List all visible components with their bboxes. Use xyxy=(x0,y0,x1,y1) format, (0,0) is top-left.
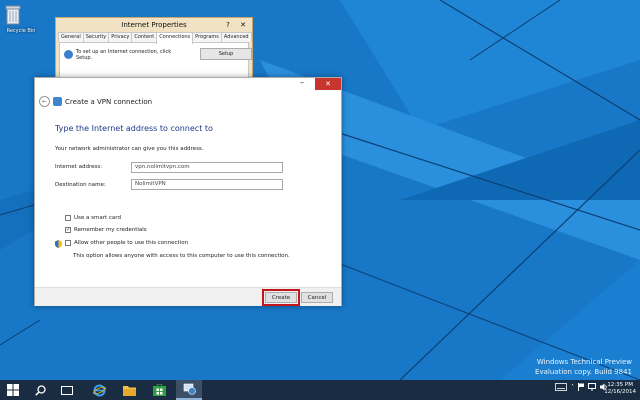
store-button[interactable] xyxy=(146,380,172,400)
allow-others-option[interactable]: Allow other people to use this connectio… xyxy=(65,240,188,246)
destination-name-input[interactable]: NolimitVPN xyxy=(131,179,283,190)
watermark-line-1: Windows Technical Preview xyxy=(536,358,632,366)
clock-date: 12/16/2014 xyxy=(604,389,636,395)
vpn-titlebar[interactable]: – ✕ xyxy=(35,78,341,90)
use-smart-card-option[interactable]: Use a smart card xyxy=(65,215,121,221)
instruction-text: Your network administrator can give you … xyxy=(55,146,204,152)
internet-explorer-icon xyxy=(92,384,106,396)
search-icon xyxy=(34,384,46,396)
windows-logo-icon xyxy=(7,384,19,396)
allow-others-label: Allow other people to use this connectio… xyxy=(74,240,189,246)
help-button[interactable]: ? xyxy=(222,18,234,32)
folder-icon xyxy=(122,385,136,396)
taskbar: ˄ 12:35 PM 12/16/2014 xyxy=(0,380,640,400)
globe-icon xyxy=(64,50,73,59)
remember-credentials-option[interactable]: ✓ Remember my credentials xyxy=(65,227,147,233)
internet-properties-tabs: General Security Privacy Content Connect… xyxy=(56,32,252,44)
create-button[interactable]: Create xyxy=(262,289,300,306)
setup-description: To set up an Internet connection, click … xyxy=(76,49,172,61)
cancel-button[interactable]: Cancel xyxy=(301,292,333,303)
build-watermark: Windows Technical Preview Evaluation cop… xyxy=(535,357,632,377)
network-icon xyxy=(53,97,62,106)
search-button[interactable] xyxy=(27,380,53,400)
recycle-bin-icon xyxy=(5,4,30,26)
allow-others-note: This option allows anyone with access to… xyxy=(73,253,290,259)
dialog-footer: Create Cancel xyxy=(35,287,341,306)
tab-content[interactable]: Content xyxy=(131,32,158,42)
task-view-icon xyxy=(61,385,73,395)
recycle-bin[interactable]: Recycle Bin xyxy=(4,4,38,34)
vpn-header: ← Create a VPN connection xyxy=(39,96,152,107)
file-explorer-button[interactable] xyxy=(116,380,142,400)
store-icon xyxy=(152,384,166,396)
task-view-button[interactable] xyxy=(54,380,80,400)
setup-button[interactable]: Setup xyxy=(200,48,252,60)
flag-icon[interactable] xyxy=(578,383,584,391)
clock[interactable]: 12:35 PM 12/16/2014 xyxy=(604,382,636,396)
use-smart-card-label: Use a smart card xyxy=(74,215,121,221)
clock-time: 12:35 PM xyxy=(607,382,633,388)
internet-properties-titlebar[interactable]: Internet Properties ? ✕ xyxy=(56,18,252,32)
monitor-icon[interactable] xyxy=(588,383,596,391)
internet-properties-title: Internet Properties xyxy=(121,21,187,29)
destination-name-label: Destination name: xyxy=(55,182,106,188)
tab-security[interactable]: Security xyxy=(82,32,110,42)
tab-general[interactable]: General xyxy=(58,32,84,42)
network-connections-button[interactable] xyxy=(176,380,202,400)
minimize-button[interactable]: – xyxy=(291,78,313,88)
chevron-up-icon[interactable]: ˄ xyxy=(571,384,574,391)
internet-address-input[interactable]: vpn.nolimitvpn.com xyxy=(131,162,283,173)
internet-explorer-button[interactable] xyxy=(86,380,112,400)
internet-address-label: Internet address: xyxy=(55,164,103,170)
start-button[interactable] xyxy=(0,380,26,400)
remember-credentials-checkbox[interactable]: ✓ xyxy=(65,227,71,233)
shield-icon xyxy=(55,240,62,248)
tab-programs[interactable]: Programs xyxy=(192,32,222,42)
remember-credentials-label: Remember my credentials xyxy=(74,227,147,233)
keyboard-icon[interactable] xyxy=(555,383,567,391)
tab-advanced[interactable]: Advanced xyxy=(220,32,252,42)
watermark-line-2: Evaluation copy. Build 9841 xyxy=(535,368,632,376)
tab-privacy[interactable]: Privacy xyxy=(108,32,133,42)
recycle-bin-label: Recycle Bin xyxy=(6,28,36,34)
system-tray: ˄ xyxy=(555,383,608,391)
close-button[interactable]: ✕ xyxy=(236,18,250,32)
network-globe-icon xyxy=(183,383,196,395)
window-title: Create a VPN connection xyxy=(65,97,153,106)
tab-connections[interactable]: Connections xyxy=(156,32,194,44)
vpn-dialog[interactable]: – ✕ ← Create a VPN connection Type the I… xyxy=(34,77,342,306)
use-smart-card-checkbox[interactable] xyxy=(65,215,71,221)
back-arrow-icon[interactable]: ← xyxy=(39,96,50,107)
close-button[interactable]: ✕ xyxy=(315,78,341,90)
page-title: Type the Internet address to connect to xyxy=(55,124,213,133)
allow-others-checkbox[interactable] xyxy=(65,240,71,246)
